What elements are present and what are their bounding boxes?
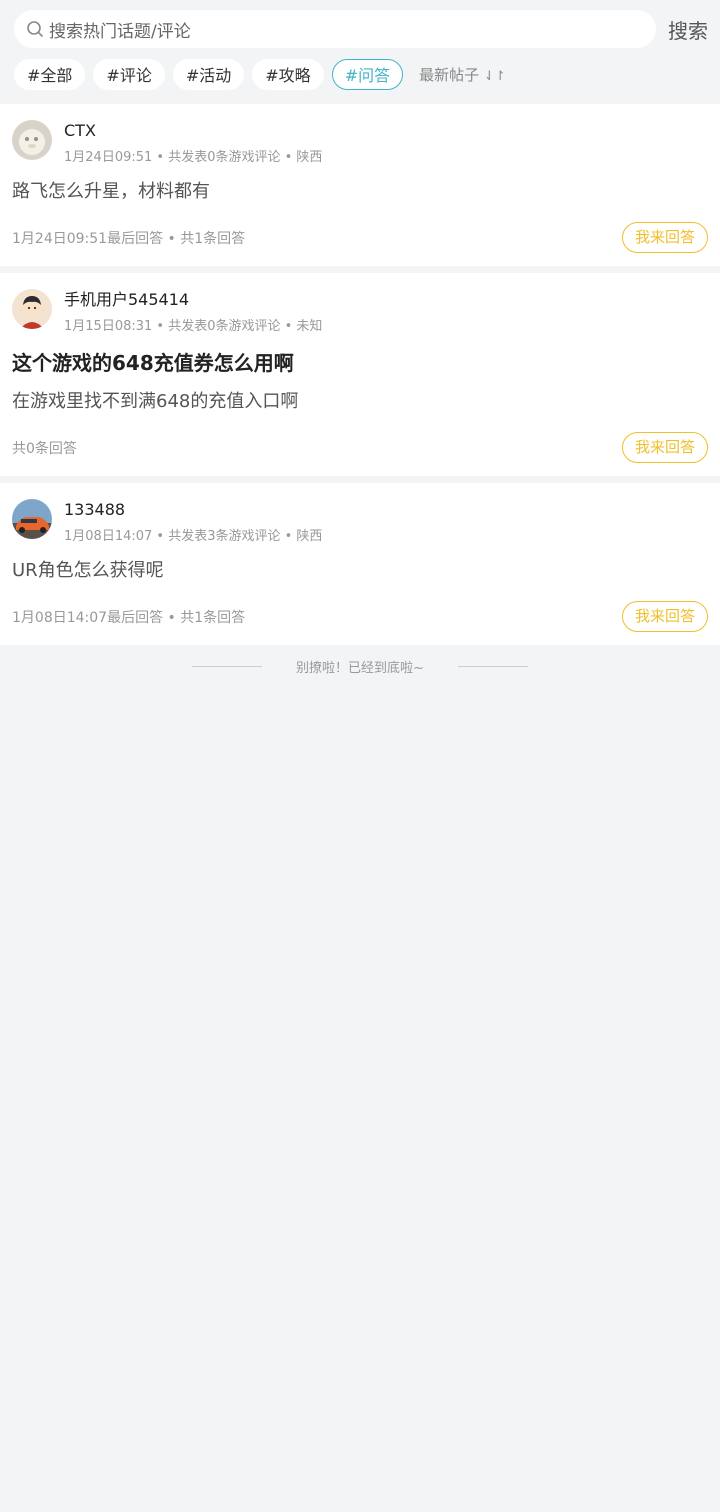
search-button[interactable]: 搜索 <box>656 15 708 44</box>
end-text: 别撩啦！已经到底啦~ <box>296 660 424 676</box>
search-row: 搜索热门话题/评论 搜索 <box>14 10 708 48</box>
post-meta: 1月24日09:51 • 共发表0条游戏评论 • 陕西 <box>64 150 323 165</box>
reply-info: 共0条回答 <box>12 440 77 457</box>
answer-button[interactable]: 我来回答 <box>621 222 708 253</box>
sort-icon: ⇃↾ <box>483 69 506 84</box>
avatar[interactable] <box>12 289 52 329</box>
end-of-list: 别撩啦！已经到底啦~ <box>0 645 720 687</box>
top-bar: 搜索热门话题/评论 搜索 #全部 #评论 #活动 #攻略 #问答 最新帖子 ⇃↾ <box>0 0 720 104</box>
post-footer: 1月08日14:07最后回答 • 共1条回答 我来回答 <box>12 601 708 632</box>
tag-guides[interactable]: #攻略 <box>252 59 324 90</box>
avatar[interactable] <box>12 120 52 160</box>
answer-button[interactable]: 我来回答 <box>621 432 708 463</box>
reply-info: 1月24日09:51最后回答 • 共1条回答 <box>12 230 246 247</box>
post-title[interactable]: 这个游戏的648充值券怎么用啊 <box>12 350 708 376</box>
post-author: 133488 1月08日14:07 • 共发表3条游戏评论 • 陕西 <box>12 499 708 545</box>
post-content[interactable]: 路飞怎么升星，材料都有 <box>12 180 708 204</box>
search-icon <box>27 21 43 37</box>
post-card[interactable]: 手机用户545414 1月15日08:31 • 共发表0条游戏评论 • 未知 这… <box>0 273 720 476</box>
search-placeholder: 搜索热门话题/评论 <box>49 21 191 42</box>
sort-latest-posts[interactable]: 最新帖子 ⇃↾ <box>419 64 506 85</box>
tag-comments[interactable]: #评论 <box>93 59 165 90</box>
post-author: CTX 1月24日09:51 • 共发表0条游戏评论 • 陕西 <box>12 120 708 166</box>
tag-bar: #全部 #评论 #活动 #攻略 #问答 最新帖子 ⇃↾ <box>14 59 708 90</box>
sort-label: 最新帖子 <box>419 66 480 84</box>
post-content[interactable]: UR角色怎么获得呢 <box>12 559 708 583</box>
username[interactable]: 手机用户545414 <box>64 290 322 310</box>
tag-events[interactable]: #活动 <box>172 59 245 90</box>
reply-info: 1月08日14:07最后回答 • 共1条回答 <box>12 609 246 626</box>
tag-qa[interactable]: #问答 <box>331 59 404 90</box>
user-info: 133488 1月08日14:07 • 共发表3条游戏评论 • 陕西 <box>64 499 322 545</box>
post-card[interactable]: 133488 1月08日14:07 • 共发表3条游戏评论 • 陕西 UR角色怎… <box>0 483 720 645</box>
username[interactable]: 133488 <box>64 500 322 520</box>
post-author: 手机用户545414 1月15日08:31 • 共发表0条游戏评论 • 未知 <box>12 289 708 335</box>
divider-left <box>192 665 263 667</box>
tag-all[interactable]: #全部 <box>14 59 86 90</box>
user-info: 手机用户545414 1月15日08:31 • 共发表0条游戏评论 • 未知 <box>64 289 322 335</box>
post-footer: 共0条回答 我来回答 <box>12 432 708 463</box>
avatar[interactable] <box>12 499 52 539</box>
post-meta: 1月08日14:07 • 共发表3条游戏评论 • 陕西 <box>64 529 323 544</box>
user-info: CTX 1月24日09:51 • 共发表0条游戏评论 • 陕西 <box>64 120 322 166</box>
divider-right <box>457 665 528 667</box>
answer-button[interactable]: 我来回答 <box>621 601 708 632</box>
search-input[interactable]: 搜索热门话题/评论 <box>14 10 656 48</box>
post-footer: 1月24日09:51最后回答 • 共1条回答 我来回答 <box>12 222 708 253</box>
post-content[interactable]: 在游戏里找不到满648的充值入口啊 <box>12 390 708 414</box>
post-card[interactable]: CTX 1月24日09:51 • 共发表0条游戏评论 • 陕西 路飞怎么升星，材… <box>0 104 720 266</box>
username[interactable]: CTX <box>64 121 322 141</box>
post-meta: 1月15日08:31 • 共发表0条游戏评论 • 未知 <box>64 319 323 334</box>
